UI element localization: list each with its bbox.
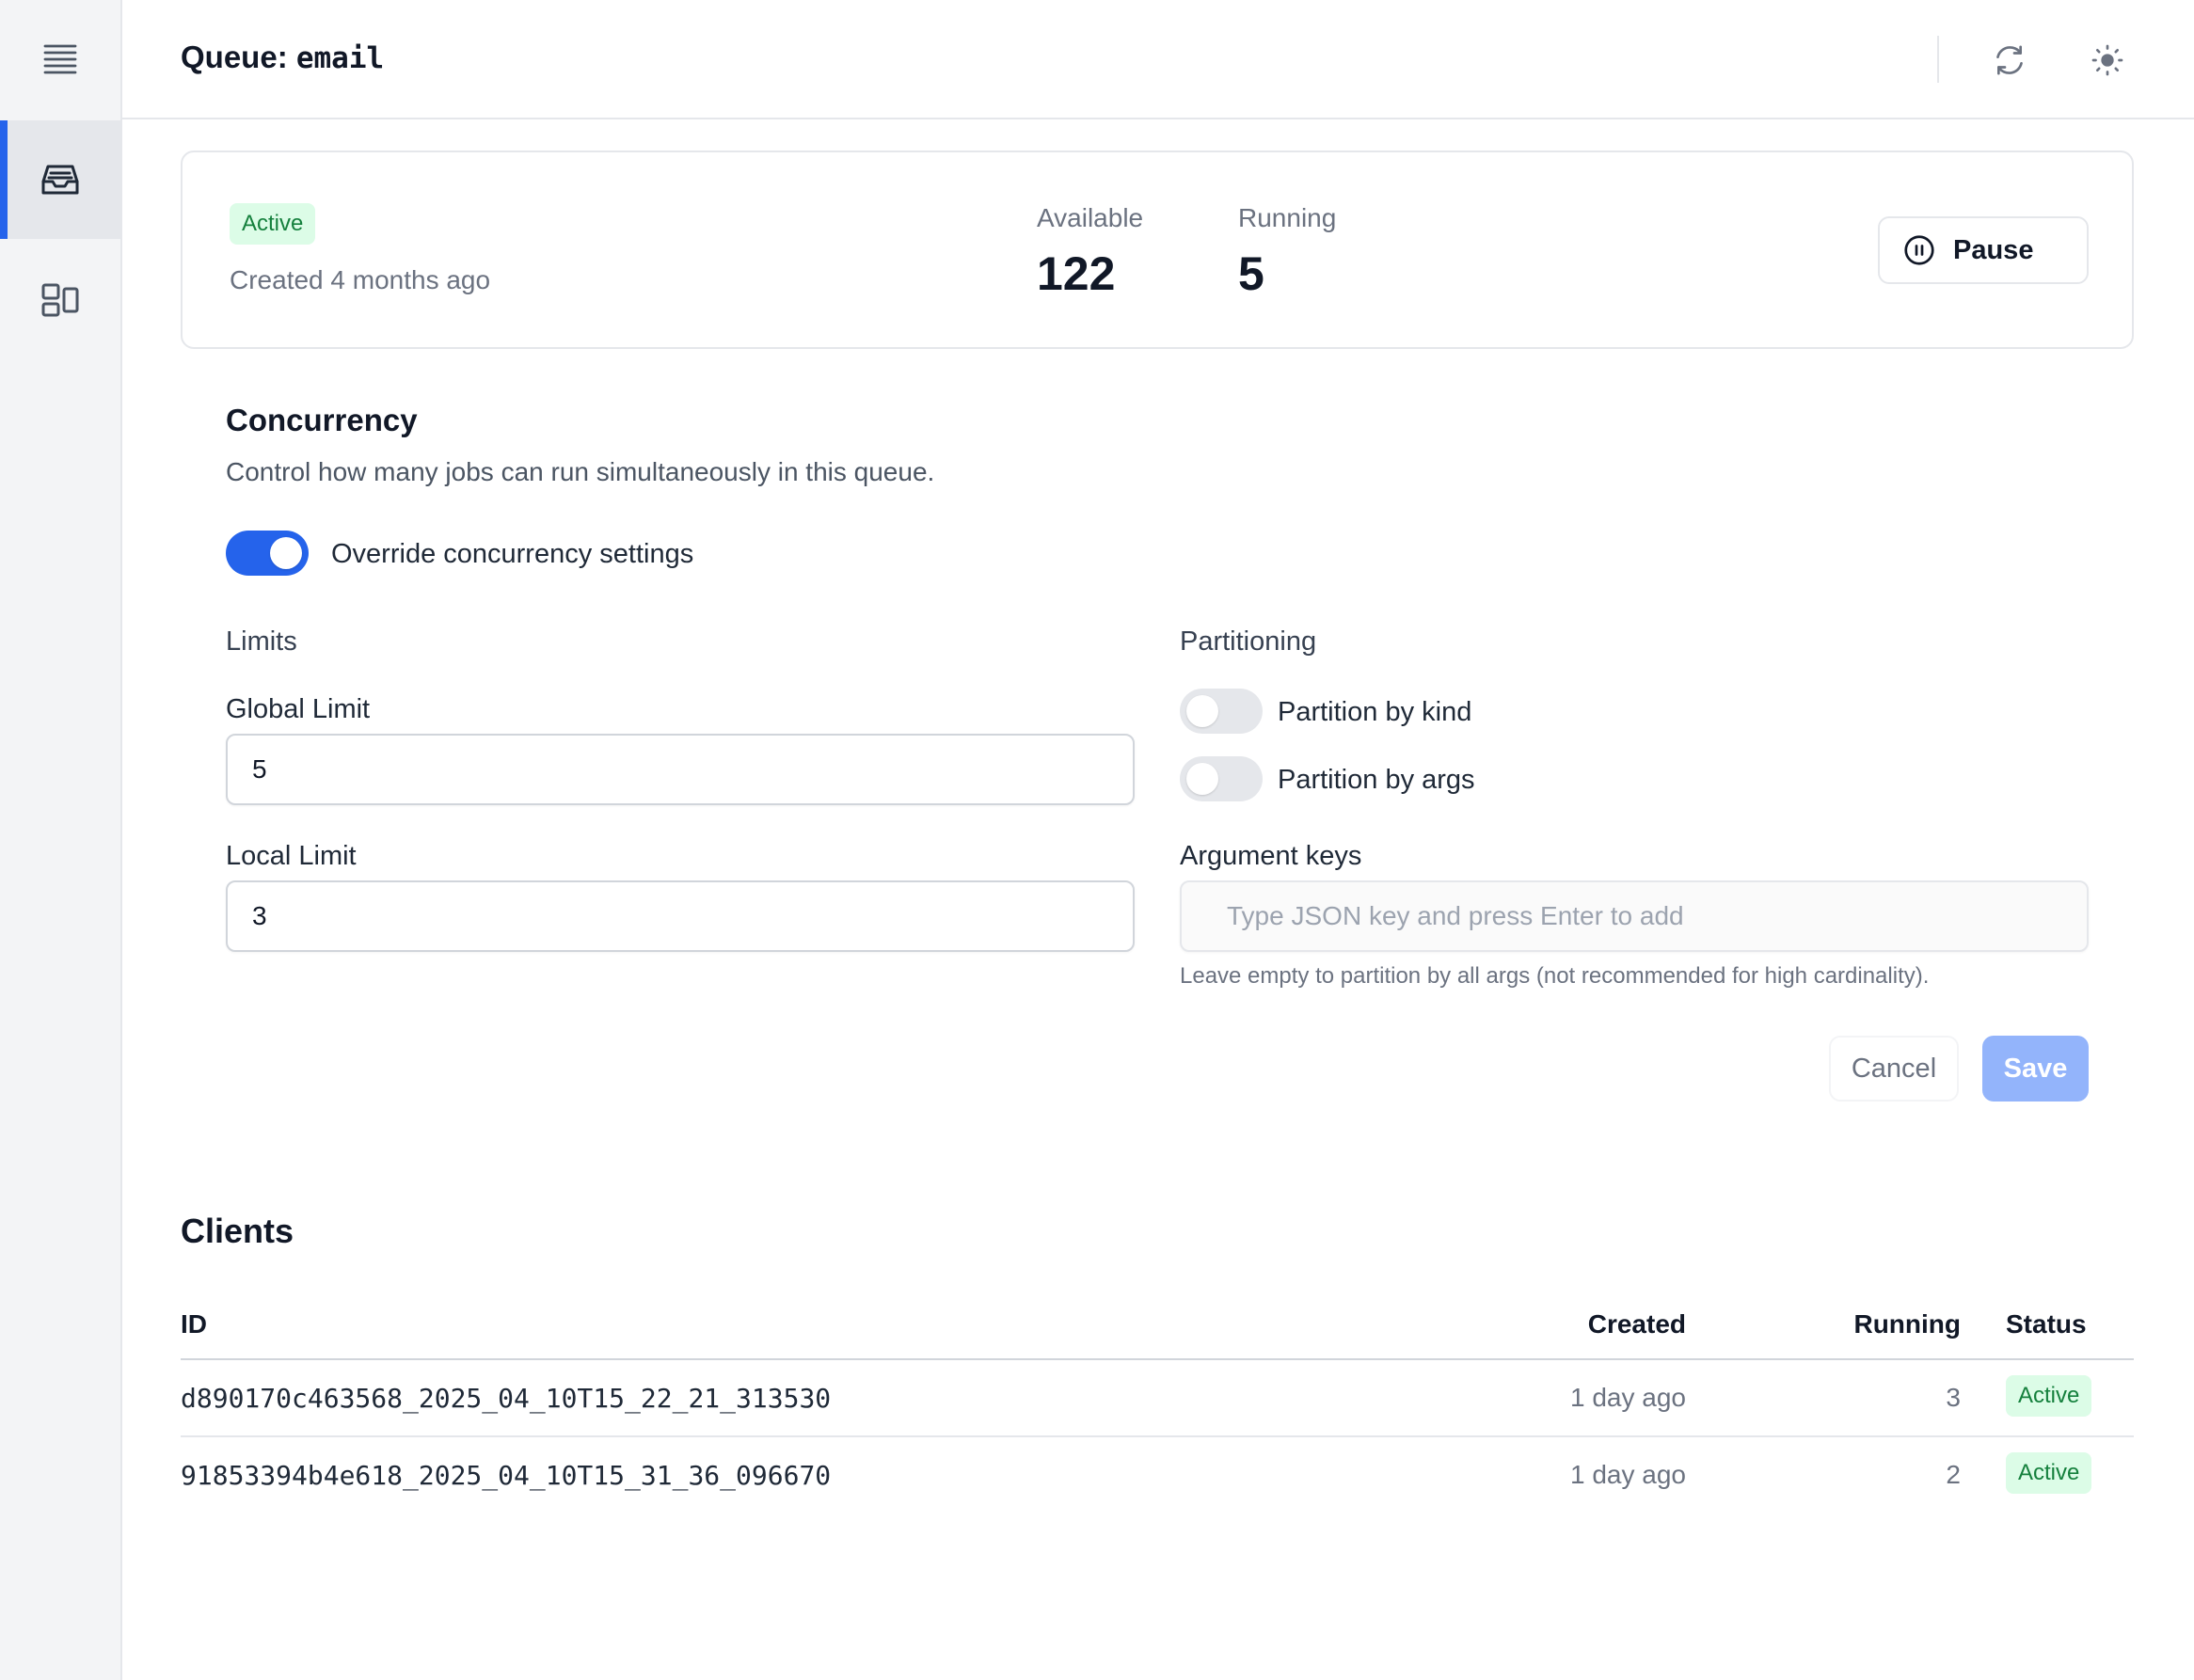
running-label: Running bbox=[1238, 203, 1337, 232]
argument-keys-label: Argument keys bbox=[1180, 841, 1362, 871]
client-id: 91853394b4e618_2025_04_10T15_31_36_09667… bbox=[181, 1460, 832, 1491]
limits-heading: Limits bbox=[226, 626, 297, 657]
available-stat: Available 122 bbox=[1037, 203, 1143, 301]
top-bar: Queue: email bbox=[122, 0, 2194, 119]
local-limit-input[interactable] bbox=[226, 880, 1135, 952]
list-icon bbox=[43, 44, 77, 74]
sidebar bbox=[0, 0, 122, 1680]
client-created: 1 day ago bbox=[1570, 1460, 1686, 1489]
pause-button-label: Pause bbox=[1953, 234, 2034, 265]
queue-summary-card: Active Created 4 months ago Available 12… bbox=[181, 151, 2134, 349]
running-value: 5 bbox=[1238, 247, 1264, 300]
concurrency-description: Control how many jobs can run simultaneo… bbox=[226, 457, 935, 486]
partition-by-args-toggle[interactable] bbox=[1180, 756, 1263, 801]
column-header-created: Created bbox=[1587, 1309, 1686, 1339]
table-row[interactable]: 91853394b4e618_2025_04_10T15_31_36_09667… bbox=[181, 1437, 2134, 1514]
global-limit-input[interactable] bbox=[226, 734, 1135, 805]
argument-keys-input[interactable] bbox=[1180, 880, 2089, 952]
sidebar-item-queues[interactable] bbox=[0, 120, 120, 239]
header-divider bbox=[1937, 36, 1939, 83]
partitioning-heading: Partitioning bbox=[1180, 626, 1317, 657]
inbox-icon bbox=[41, 165, 79, 195]
running-stat: Running 5 bbox=[1238, 203, 1336, 301]
save-button[interactable]: Save bbox=[1982, 1036, 2089, 1102]
queue-created-text: Created 4 months ago bbox=[230, 265, 491, 294]
layout-icon bbox=[41, 283, 79, 317]
partition-by-kind-label: Partition by kind bbox=[1278, 697, 1472, 727]
client-created: 1 day ago bbox=[1570, 1383, 1686, 1412]
client-status-badge: Active bbox=[2006, 1375, 2092, 1417]
client-id: d890170c463568_2025_04_10T15_22_21_31353… bbox=[181, 1383, 832, 1414]
client-status-badge: Active bbox=[2006, 1452, 2092, 1494]
available-value: 122 bbox=[1037, 247, 1116, 300]
sidebar-item-jobs[interactable] bbox=[0, 0, 120, 119]
toggle-knob bbox=[270, 537, 302, 569]
toggle-knob bbox=[1186, 763, 1218, 795]
column-header-status: Status bbox=[2006, 1309, 2087, 1339]
pause-button[interactable]: Pause bbox=[1878, 216, 2089, 284]
client-running: 3 bbox=[1946, 1383, 1961, 1412]
cancel-button[interactable]: Cancel bbox=[1829, 1036, 1959, 1102]
table-row[interactable]: d890170c463568_2025_04_10T15_22_21_31353… bbox=[181, 1360, 2134, 1437]
refresh-icon bbox=[1996, 45, 2023, 75]
sun-icon bbox=[2091, 44, 2123, 76]
pause-icon bbox=[1904, 235, 1934, 265]
queue-name: email bbox=[295, 41, 385, 75]
page-title-prefix: Queue: bbox=[181, 40, 296, 74]
clients-title: Clients bbox=[181, 1212, 294, 1250]
client-running: 2 bbox=[1946, 1460, 1961, 1489]
available-label: Available bbox=[1037, 203, 1144, 232]
local-limit-label: Local Limit bbox=[226, 841, 357, 871]
theme-toggle-button[interactable] bbox=[2081, 34, 2134, 87]
partition-by-args-label: Partition by args bbox=[1278, 765, 1475, 795]
column-header-running: Running bbox=[1853, 1309, 1961, 1339]
argument-keys-help: Leave empty to partition by all args (no… bbox=[1180, 963, 1930, 989]
override-concurrency-toggle[interactable] bbox=[226, 531, 309, 576]
queue-status-badge: Active bbox=[230, 203, 316, 245]
refresh-button[interactable] bbox=[1983, 34, 2036, 87]
concurrency-title: Concurrency bbox=[226, 403, 418, 437]
sidebar-item-workflows[interactable] bbox=[0, 241, 120, 359]
partition-by-kind-toggle[interactable] bbox=[1180, 689, 1263, 734]
toggle-knob bbox=[1186, 695, 1218, 727]
column-header-id: ID bbox=[181, 1309, 207, 1339]
override-concurrency-label: Override concurrency settings bbox=[331, 539, 694, 569]
page-title: Queue: email bbox=[181, 40, 384, 75]
global-limit-label: Global Limit bbox=[226, 694, 371, 724]
